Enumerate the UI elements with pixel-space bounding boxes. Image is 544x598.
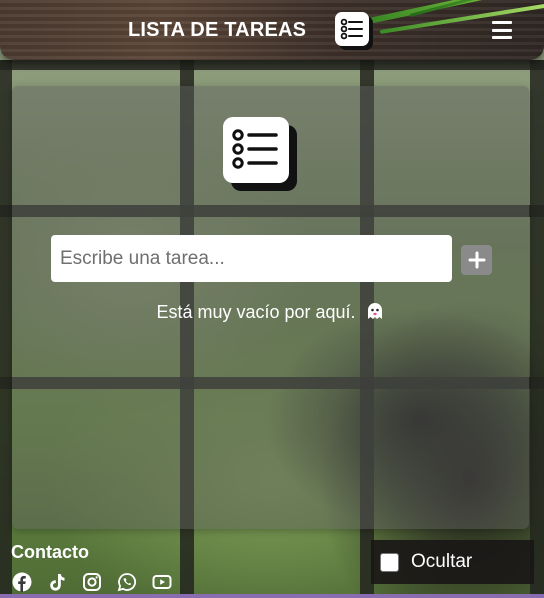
window-frame: [0, 60, 12, 598]
ghost-icon: [367, 303, 382, 319]
hide-label: Ocultar: [411, 551, 473, 572]
window-frame: [0, 60, 544, 70]
bottom-border: [0, 594, 544, 598]
task-card: Está muy vacío por aquí.: [12, 86, 529, 529]
window-frame: [530, 60, 544, 598]
empty-state-message: Está muy vacío por aquí.: [12, 301, 529, 323]
task-input[interactable]: [51, 235, 452, 282]
hide-toggle[interactable]: Ocultar: [371, 540, 534, 584]
facebook-icon[interactable]: [11, 571, 32, 592]
list-icon: [335, 12, 369, 46]
app-header: LISTA DE TAREAS: [0, 0, 544, 60]
whatsapp-icon[interactable]: [116, 571, 137, 592]
plus-icon: [468, 251, 485, 269]
leaf-decoration: [379, 0, 544, 34]
tiktok-icon[interactable]: [46, 571, 67, 592]
instagram-icon[interactable]: [81, 571, 102, 592]
contact-title: Contacto: [11, 542, 89, 562]
youtube-icon[interactable]: [151, 571, 172, 592]
hamburger-menu-icon[interactable]: [490, 18, 514, 42]
hide-checkbox[interactable]: [380, 552, 399, 572]
add-task-button[interactable]: [461, 245, 492, 275]
social-links: [11, 571, 172, 592]
list-icon: [223, 117, 289, 183]
empty-state-text: Está muy vacío por aquí.: [156, 302, 356, 322]
page-title: LISTA DE TAREAS: [128, 19, 307, 41]
